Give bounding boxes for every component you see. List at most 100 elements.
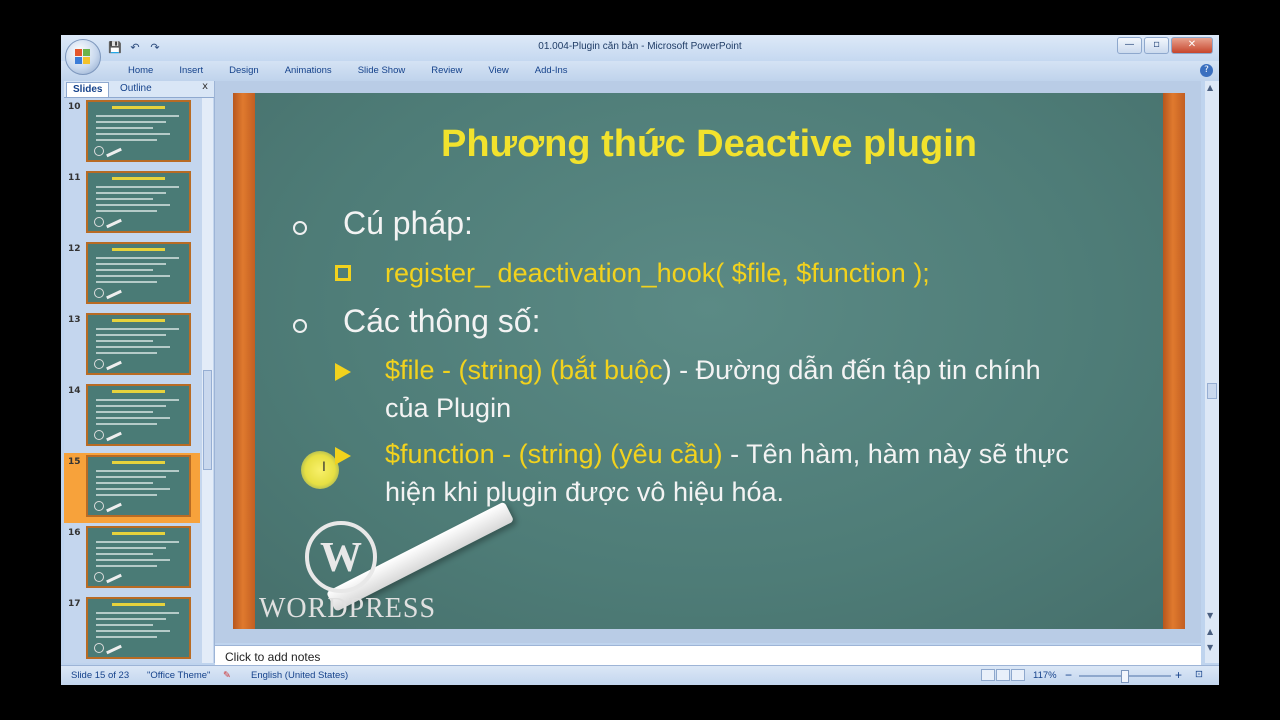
zoom-in-icon[interactable]: + <box>1175 668 1182 682</box>
slide-thumbnail-row[interactable]: 16 <box>64 524 200 594</box>
wordpress-logo-icon <box>94 217 104 227</box>
thumbnail-text-line <box>96 352 157 354</box>
thumbnail-text-line <box>96 470 179 472</box>
thumbnail-title-bar <box>94 177 183 180</box>
zoom-slider[interactable] <box>1079 670 1171 683</box>
text-cursor-icon: I <box>322 458 326 474</box>
help-icon[interactable]: ? <box>1200 64 1213 77</box>
title-bar: 💾 ↶ ↷ 01.004-Plugin căn bản - Microsoft … <box>61 35 1219 61</box>
slide-number: 16 <box>68 528 81 538</box>
slide-thumbnail[interactable] <box>86 100 191 162</box>
tab-animations[interactable]: Animations <box>272 65 345 76</box>
notes-placeholder: Click to add notes <box>225 650 321 664</box>
thumbnail-text-line <box>96 411 153 413</box>
zoom-level[interactable]: 117% <box>1033 670 1057 681</box>
window-controls: — ▫ ✕ <box>1117 37 1213 54</box>
tab-outline[interactable]: Outline <box>114 82 158 96</box>
slide-canvas[interactable]: Phương thức Deactive plugin Cú pháp: reg… <box>233 93 1185 629</box>
chalk-image <box>106 218 122 229</box>
panel-scrollbar[interactable] <box>202 98 213 663</box>
thumbnail-text-line <box>96 257 179 259</box>
thumbnail-text-line <box>96 269 153 271</box>
fit-to-window-icon[interactable]: ⊡ <box>1195 669 1203 680</box>
thumbnail-text-line <box>96 494 157 496</box>
scrollbar-thumb[interactable] <box>203 370 212 470</box>
slide-thumbnail[interactable] <box>86 242 191 304</box>
thumbnail-text-line <box>96 488 170 490</box>
thumbnail-text-line <box>96 210 157 212</box>
thumbnail-text-line <box>96 115 179 117</box>
thumbnail-text-line <box>96 340 153 342</box>
slide-thumbnail-row[interactable]: 17 <box>64 595 200 663</box>
slide-thumbnail[interactable] <box>86 597 191 659</box>
thumbnail-title-bar <box>94 461 183 464</box>
scroll-up-icon[interactable]: ▲ <box>1207 83 1213 92</box>
slide-thumbnail-row[interactable]: 13 <box>64 311 200 381</box>
language[interactable]: English (United States) <box>251 670 348 681</box>
zoom-slider-thumb[interactable] <box>1121 670 1129 683</box>
slide-number: 15 <box>68 457 81 467</box>
slide-thumbnail-row[interactable]: 12 <box>64 240 200 310</box>
scrollbar-thumb[interactable] <box>1207 383 1217 399</box>
slide-title[interactable]: Phương thức Deactive plugin <box>255 123 1163 166</box>
office-button[interactable] <box>65 39 101 75</box>
tab-review[interactable]: Review <box>418 65 475 76</box>
notes-pane[interactable]: Click to add notes <box>215 645 1201 666</box>
tab-home[interactable]: Home <box>115 65 166 76</box>
frame-right <box>1163 93 1185 629</box>
office-logo-icon <box>75 49 91 65</box>
arrow-bullet-icon <box>335 447 351 465</box>
window-title: 01.004-Plugin căn bản - Microsoft PowerP… <box>538 41 742 52</box>
param1-name: $file - (string) (bắt buộc <box>385 355 663 385</box>
ribbon-tabs: Home Insert Design Animations Slide Show… <box>61 61 1219 81</box>
tab-add-ins[interactable]: Add-Ins <box>522 65 581 76</box>
slide-number: 12 <box>68 244 81 254</box>
tab-design[interactable]: Design <box>216 65 272 76</box>
slide-thumbnail[interactable] <box>86 455 191 517</box>
thumbnail-text-line <box>96 423 157 425</box>
next-slide-icon[interactable]: ▼ <box>1207 643 1213 652</box>
slide-show-icon[interactable] <box>1011 669 1025 681</box>
slide-thumbnail[interactable] <box>86 384 191 446</box>
zoom-out-icon[interactable]: − <box>1065 668 1072 682</box>
slide-thumbnail-row[interactable]: 14 <box>64 382 200 452</box>
minimize-button[interactable]: — <box>1117 37 1142 54</box>
slide-thumbnail[interactable] <box>86 171 191 233</box>
scroll-down-icon[interactable]: ▼ <box>1207 611 1213 620</box>
wordpress-logo-letter: W <box>320 535 362 581</box>
thumbnail-text-line <box>96 121 166 123</box>
chalk-image <box>106 147 122 158</box>
thumbnail-text-line <box>96 127 153 129</box>
tab-insert[interactable]: Insert <box>166 65 216 76</box>
tab-view[interactable]: View <box>475 65 521 76</box>
frame-left <box>233 93 255 629</box>
close-button[interactable]: ✕ <box>1171 37 1213 54</box>
thumbnail-text-line <box>96 630 170 632</box>
syntax-code: register_ deactivation_hook( $file, $fun… <box>385 258 930 288</box>
normal-view-icon[interactable] <box>981 669 995 681</box>
slide-sorter-icon[interactable] <box>996 669 1010 681</box>
slide-thumbnail-row[interactable]: 15 <box>64 453 200 523</box>
view-buttons <box>981 669 1025 681</box>
wordpress-logo-icon <box>94 359 104 369</box>
tab-slides[interactable]: Slides <box>66 82 110 97</box>
square-bullet-icon <box>335 265 351 281</box>
slide-thumbnail[interactable] <box>86 313 191 375</box>
restore-button[interactable]: ▫ <box>1144 37 1169 54</box>
panel-tabs: Slides Outline x <box>64 81 214 98</box>
tab-slide-show[interactable]: Slide Show <box>345 65 419 76</box>
slide-thumbnail[interactable] <box>86 526 191 588</box>
chalk-image <box>106 431 122 442</box>
slide-position: Slide 15 of 23 <box>71 670 130 681</box>
slide-thumbnail-row[interactable]: 10 <box>64 98 200 168</box>
chalk-image <box>106 289 122 300</box>
previous-slide-icon[interactable]: ▲ <box>1207 627 1213 636</box>
slide-thumbnail-row[interactable]: 11 <box>64 169 200 239</box>
wordpress-logo-icon <box>94 288 104 298</box>
param2-name: $function - (string) (yêu cầu) <box>385 439 723 469</box>
spellcheck-icon[interactable]: ✎ <box>223 670 231 681</box>
wordpress-logo-icon <box>94 146 104 156</box>
close-icon[interactable]: x <box>202 81 208 92</box>
thumbnail-text-line <box>96 204 170 206</box>
main-scrollbar[interactable]: ▲ ▼ ▲ ▼ <box>1205 81 1219 663</box>
